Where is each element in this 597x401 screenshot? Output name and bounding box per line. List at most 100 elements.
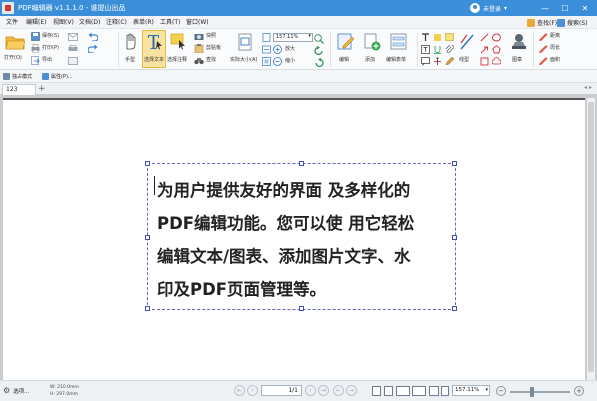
highlight-icon[interactable] <box>433 33 442 42</box>
resize-handle-bottom[interactable] <box>299 306 304 311</box>
polygon-icon[interactable] <box>492 45 501 54</box>
zoom-in-button[interactable]: 放大 <box>273 45 303 55</box>
fit-page-icon[interactable] <box>262 33 271 42</box>
resize-handle-right[interactable] <box>452 235 457 240</box>
standalone-mode-button[interactable]: 独占模式 <box>3 72 32 81</box>
hand-tool-button[interactable]: 手型 <box>121 32 141 68</box>
snapshot-button[interactable]: 快照 <box>193 31 225 42</box>
ellipse-icon[interactable] <box>492 33 501 42</box>
line-shape-icon[interactable] <box>480 33 489 42</box>
menu-view[interactable]: 视图(V) <box>53 18 74 27</box>
clipboard-button[interactable]: 剪贴板 <box>193 43 229 54</box>
rectangle-icon[interactable] <box>480 57 489 66</box>
forward-button[interactable]: → <box>346 385 357 396</box>
magnifier-icon[interactable] <box>314 34 324 44</box>
resize-handle-top-right[interactable] <box>452 161 457 166</box>
find-button[interactable]: 查找(F) <box>527 17 557 28</box>
last-page-button[interactable]: ⇥ <box>318 385 329 396</box>
properties-button[interactable]: 属性(P)... <box>42 72 73 81</box>
text-content[interactable]: 为用户提供友好的界面 及多样化的 PDF编辑功能。您可以使 用它轻松 编辑文本/… <box>157 174 451 306</box>
page-number-input[interactable]: 1/1 <box>261 385 302 396</box>
tab-scroll-arrows[interactable]: ◂▸ <box>584 84 594 91</box>
resize-handle-top[interactable] <box>299 161 304 166</box>
area-button[interactable]: 面积 <box>537 55 577 66</box>
add-button[interactable]: 添加 <box>360 32 384 68</box>
resize-handle-top-left[interactable] <box>145 161 150 166</box>
menu-tools[interactable]: 工具(T) <box>160 18 180 27</box>
next-page-button[interactable]: › <box>305 385 316 396</box>
perimeter-button[interactable]: 周长 <box>537 43 577 54</box>
minimize-button[interactable]: — <box>536 0 554 16</box>
open-button[interactable]: 打开(O) <box>3 32 27 68</box>
continuous-facing-view-icon[interactable] <box>412 386 426 396</box>
maximize-button[interactable]: ☐ <box>556 0 574 16</box>
edit-form-button[interactable]: 编辑表单 <box>385 32 413 68</box>
menu-form[interactable]: 表单(R) <box>133 18 154 27</box>
line-type-button[interactable]: 线型 <box>456 32 478 68</box>
menu-comment[interactable]: 注释(C) <box>106 18 127 27</box>
zoom-level-select[interactable]: 157.11% <box>273 33 313 42</box>
pdf-page[interactable]: 为用户提供友好的界面 及多样化的 PDF编辑功能。您可以使 用它轻松 编辑文本/… <box>3 98 585 380</box>
edit-button[interactable]: 编辑 <box>333 32 359 68</box>
single-page-view-icon[interactable] <box>372 386 381 396</box>
share-icon[interactable] <box>68 57 78 65</box>
attach-icon[interactable] <box>445 45 454 54</box>
underline-icon[interactable] <box>433 45 442 54</box>
callout-icon[interactable] <box>421 57 430 66</box>
print-button[interactable]: 打印(P) <box>30 43 62 54</box>
find-tool-button[interactable]: 查找 <box>193 55 225 66</box>
distance-button[interactable]: 距离 <box>537 31 577 42</box>
actual-size-button[interactable]: 实际大小(A) <box>230 32 262 68</box>
zoom-in-status-button[interactable]: + <box>574 386 584 396</box>
user-account[interactable]: 未登录 ▾ <box>470 2 507 14</box>
facing-view-icon[interactable] <box>396 386 410 396</box>
rotate-left-icon[interactable] <box>314 46 324 56</box>
close-button[interactable]: ✕ <box>576 0 594 16</box>
zoom-slider-knob[interactable] <box>530 387 535 397</box>
prev-page-button[interactable]: ‹ <box>247 385 258 396</box>
menu-document[interactable]: 文档(D) <box>79 18 100 27</box>
resize-handle-left[interactable] <box>145 235 150 240</box>
add-tab-button[interactable]: + <box>38 83 46 95</box>
menu-window[interactable]: 窗口(W) <box>186 18 209 27</box>
cover-view-icon[interactable] <box>429 386 439 396</box>
tab-123[interactable]: 123 <box>2 84 36 95</box>
export-button[interactable]: 导出 <box>30 55 62 66</box>
note-icon[interactable] <box>445 33 454 42</box>
vertical-scrollbar[interactable] <box>587 98 595 380</box>
select-comment-button[interactable]: 选择注释 <box>167 32 192 68</box>
zoom-out-status-button[interactable]: − <box>496 386 506 396</box>
resize-handle-bottom-left[interactable] <box>145 306 150 311</box>
menu-edit[interactable]: 编辑(E) <box>26 18 46 27</box>
options-button[interactable]: ⚙ 选项... <box>3 386 29 395</box>
menu-file[interactable]: 文件 <box>6 18 18 27</box>
print-small-icon[interactable] <box>68 45 78 53</box>
save-button[interactable]: 保存(S) <box>30 31 62 42</box>
zoom-out-button[interactable]: 缩小 <box>273 57 303 67</box>
resize-handle-bottom-right[interactable] <box>452 306 457 311</box>
arrow-icon[interactable] <box>480 45 489 54</box>
redo-icon[interactable] <box>88 44 98 53</box>
fit-visible-icon[interactable] <box>262 57 271 66</box>
cloud-icon[interactable] <box>492 57 501 66</box>
typewriter-icon[interactable] <box>421 33 430 42</box>
first-page-button[interactable]: ⇤ <box>234 385 245 396</box>
camera-icon <box>194 34 204 40</box>
scrollbar-thumb[interactable] <box>588 102 594 372</box>
stamp-button[interactable]: 图章 <box>507 32 531 68</box>
status-zoom-select[interactable]: 157.11% <box>452 385 490 396</box>
continuous-view-icon[interactable] <box>384 386 393 396</box>
textbox-icon[interactable] <box>421 45 430 54</box>
full-screen-icon[interactable] <box>441 386 449 396</box>
zoom-slider[interactable] <box>510 387 570 397</box>
search-button[interactable]: 搜索(S) <box>557 17 588 28</box>
rotate-right-icon[interactable] <box>314 58 324 68</box>
selected-text-box[interactable]: 为用户提供友好的界面 及多样化的 PDF编辑功能。您可以使 用它轻松 编辑文本/… <box>145 161 457 311</box>
mail-icon[interactable] <box>68 33 78 41</box>
strikeout-icon[interactable] <box>433 57 442 66</box>
fit-width-icon[interactable] <box>262 45 271 54</box>
select-text-button[interactable]: 选择文本 <box>142 30 166 68</box>
pencil-icon[interactable] <box>445 57 454 66</box>
undo-icon[interactable] <box>88 32 98 41</box>
back-button[interactable]: ← <box>333 385 344 396</box>
